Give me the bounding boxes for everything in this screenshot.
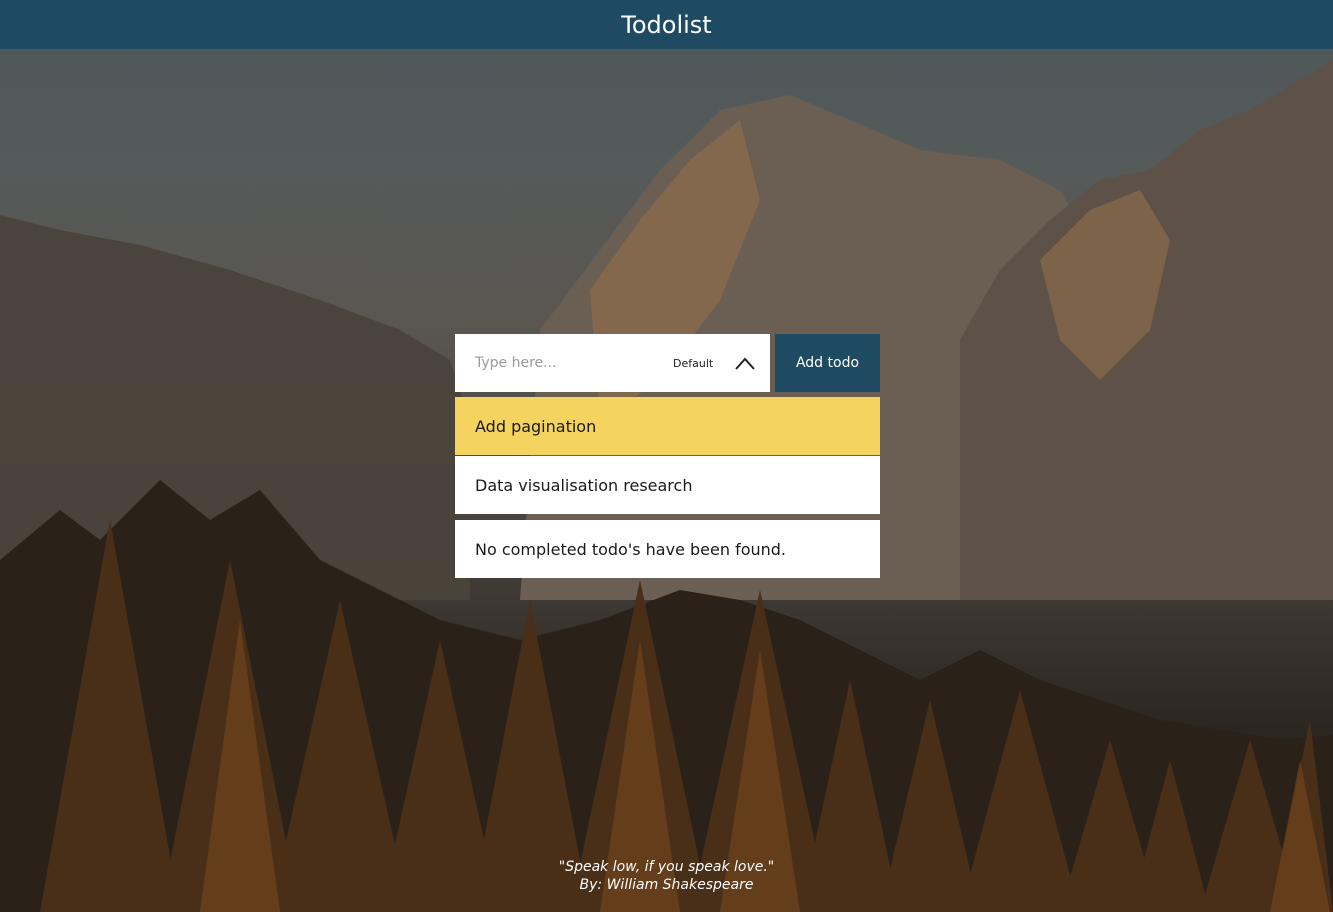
completed-empty-message: No completed todo's have been found. <box>455 520 880 578</box>
chevron-up-icon[interactable] <box>733 354 757 372</box>
quote-text: "Speak low, if you speak love." <box>558 859 775 875</box>
add-todo-form: Default Add todo <box>455 334 880 392</box>
quote-author: By: William Shakespeare <box>579 877 754 893</box>
todo-item-label: Add pagination <box>475 416 597 436</box>
todo-item[interactable]: Data visualisation research <box>455 456 880 514</box>
app-title: Todolist <box>621 10 712 39</box>
app-header: Todolist <box>0 0 1333 49</box>
todo-item[interactable]: Add pagination <box>455 397 880 455</box>
todo-item-label: Data visualisation research <box>475 475 693 495</box>
priority-select[interactable]: Default <box>673 334 713 392</box>
empty-message-text: No completed todo's have been found. <box>475 539 787 559</box>
add-todo-button[interactable]: Add todo <box>775 334 880 392</box>
quote-footer: "Speak low, if you speak love." By: Will… <box>0 858 1333 894</box>
todo-input[interactable] <box>455 334 655 392</box>
todo-input-container: Default <box>455 334 770 392</box>
